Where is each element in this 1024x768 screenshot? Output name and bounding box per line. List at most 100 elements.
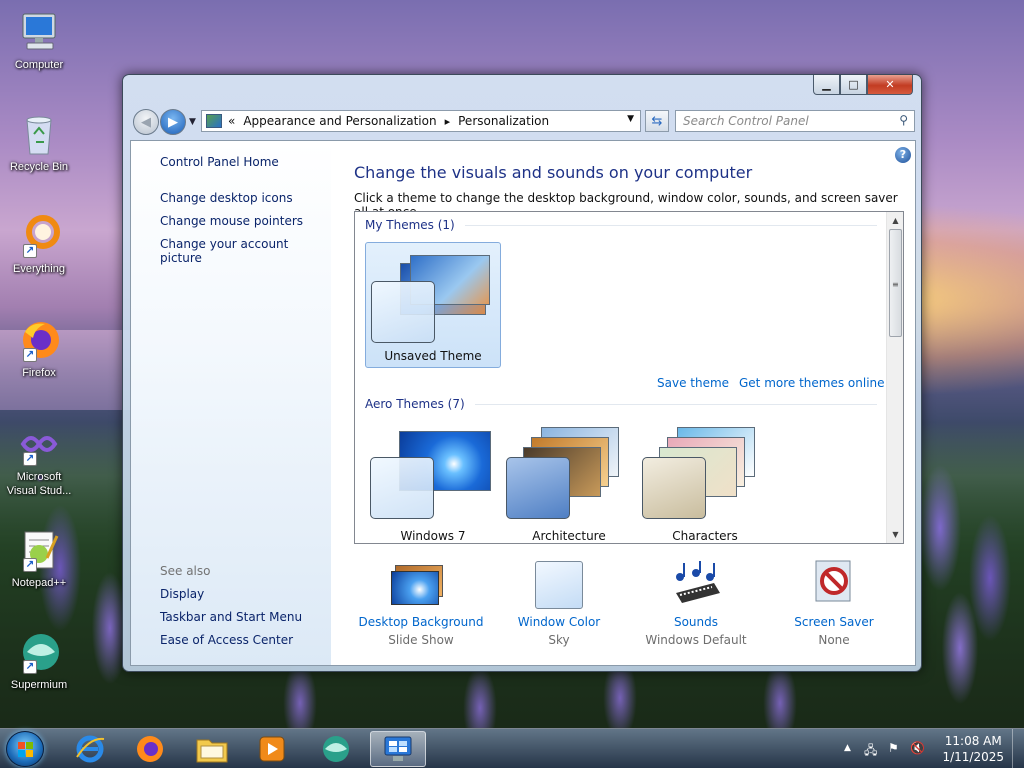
computer-icon [17, 10, 61, 54]
group-divider [464, 224, 877, 226]
taskbar-internet-explorer[interactable] [62, 731, 118, 767]
help-icon[interactable]: ? [895, 147, 911, 163]
navigation-bar: ◀ ▶ ▼ « Appearance and Personalization ▸… [131, 107, 915, 135]
refresh-button[interactable]: ⇆ [645, 110, 669, 132]
recent-pages-dropdown-icon[interactable]: ▼ [189, 117, 196, 127]
forward-arrow-icon: ▶ [168, 114, 178, 130]
desktop-icon-recycle-bin[interactable]: Recycle Bin [4, 112, 74, 174]
desktop-icon-visual-studio[interactable]: ↗ Microsoft Visual Stud... [4, 422, 74, 498]
desktop-icon-computer[interactable]: Computer [4, 10, 74, 72]
taskbar-control-panel[interactable] [370, 731, 426, 767]
ease-of-access-link[interactable]: Ease of Access Center [160, 633, 293, 647]
taskbar-start-menu-link[interactable]: Taskbar and Start Menu [160, 610, 302, 624]
show-hidden-icons-chevron-icon[interactable]: ▲ [844, 743, 851, 753]
theme-unsaved[interactable]: Unsaved Theme [365, 242, 501, 368]
desktop-icon-label: Firefox [22, 367, 56, 379]
start-button[interactable] [6, 731, 44, 767]
control-panel-home-link[interactable]: Control Panel Home [160, 155, 279, 169]
folder-icon [196, 739, 228, 763]
window-color-swatch [642, 457, 706, 519]
internet-explorer-icon [76, 735, 105, 763]
breadcrumb-personalization[interactable]: Personalization [458, 114, 549, 128]
address-bar[interactable]: « Appearance and Personalization ▸ Perso… [201, 110, 641, 132]
search-icon[interactable]: ⚲ [899, 113, 908, 127]
desktop-icon-firefox[interactable]: ↗ Firefox [4, 318, 74, 380]
network-icon[interactable]: 🖧 [864, 741, 877, 762]
save-theme-link[interactable]: Save theme [657, 376, 729, 390]
group-divider [474, 403, 877, 405]
taskbar: ▲ 🖧 ⚑ 🔇 11:08 AM 1/11/2025 [0, 728, 1024, 768]
search-input[interactable]: Search Control Panel ⚲ [675, 110, 915, 132]
grip-icon: ≡ [892, 280, 899, 289]
breadcrumb-appearance[interactable]: Appearance and Personalization [243, 114, 436, 128]
see-also-heading: See also [160, 564, 211, 578]
window-color-icon [529, 559, 589, 609]
clock[interactable]: 11:08 AM 1/11/2025 [942, 733, 1004, 765]
theme-windows-7[interactable]: Windows 7 [365, 417, 501, 543]
forward-button[interactable]: ▶ [160, 109, 186, 135]
setting-value: Slide Show [388, 633, 454, 647]
change-desktop-icons-link[interactable]: Change desktop icons [160, 191, 293, 205]
main-pane: ? Change the visuals and sounds on your … [331, 141, 915, 665]
notepad-plus-plus-icon: ↗ [17, 528, 61, 572]
breadcrumb-overflow[interactable]: « [228, 114, 235, 128]
taskbar-supermium[interactable] [308, 731, 364, 767]
scrollbar-thumb[interactable]: ≡ [889, 229, 902, 337]
show-desktop-button[interactable] [1012, 729, 1024, 768]
theme-name: Windows 7 [400, 529, 466, 543]
desktop-background-setting[interactable]: Desktop Background Slide Show [351, 559, 491, 647]
theme-list: My Themes (1) Unsaved Theme Save theme G… [354, 211, 904, 544]
theme-name: Architecture [532, 529, 606, 543]
minimize-button[interactable]: ▁ [813, 75, 840, 95]
shortcut-arrow-icon: ↗ [23, 660, 37, 674]
taskbar-firefox[interactable] [122, 731, 178, 767]
sounds-setting[interactable]: Sounds Windows Default [626, 559, 766, 647]
theme-name: Characters [672, 529, 738, 543]
breadcrumb-separator-icon[interactable]: ▸ [445, 115, 451, 128]
control-panel-icon [206, 114, 222, 128]
action-center-flag-icon[interactable]: ⚑ [888, 741, 899, 755]
my-themes-group-header[interactable]: My Themes (1) [365, 218, 877, 232]
desktop-icon-supermium[interactable]: ↗ Supermium [4, 630, 74, 692]
maximize-button[interactable]: □ [840, 75, 867, 95]
aero-themes-group-header[interactable]: Aero Themes (7) [365, 397, 877, 411]
desktop-icon-label: Everything [13, 263, 65, 275]
scroll-down-icon[interactable]: ▼ [887, 526, 904, 543]
theme-list-scrollbar[interactable]: ▲ ≡ ▼ [886, 212, 903, 543]
volume-muted-icon[interactable]: 🔇 [910, 741, 925, 755]
shortcut-arrow-icon: ↗ [23, 452, 37, 466]
desktop-icon-notepad-plus-plus[interactable]: ↗ Notepad++ [4, 528, 74, 590]
refresh-icon: ⇆ [651, 113, 663, 129]
close-button[interactable]: ✕ [867, 75, 913, 95]
back-button[interactable]: ◀ [133, 109, 159, 135]
scroll-up-icon[interactable]: ▲ [887, 212, 904, 229]
display-link[interactable]: Display [160, 587, 204, 601]
change-account-picture-link[interactable]: Change your account picture [160, 237, 331, 265]
change-mouse-pointers-link[interactable]: Change mouse pointers [160, 214, 303, 228]
theme-name: Unsaved Theme [384, 349, 482, 363]
desktop-icon-everything[interactable]: ↗ Everything [4, 214, 74, 276]
screen-saver-setting[interactable]: Screen Saver None [764, 559, 904, 647]
recycle-bin-icon [17, 112, 61, 156]
close-icon: ✕ [885, 78, 895, 91]
theme-characters[interactable]: Characters [637, 417, 773, 543]
desktop-background-icon [391, 559, 451, 609]
supermium-icon: ↗ [17, 630, 61, 674]
shortcut-arrow-icon: ↗ [23, 558, 37, 572]
theme-architecture[interactable]: Architecture [501, 417, 637, 543]
visual-studio-icon: ↗ [17, 422, 61, 466]
clock-date: 1/11/2025 [942, 750, 1004, 764]
taskbar-file-explorer[interactable] [184, 731, 240, 767]
personalization-window: ▁ □ ✕ ◀ ▶ ▼ « Appearance and Personaliza… [122, 74, 922, 672]
get-more-themes-link[interactable]: Get more themes online [739, 376, 885, 390]
setting-label: Desktop Background [358, 615, 484, 629]
window-color-swatch [506, 457, 570, 519]
maximize-icon: □ [848, 78, 859, 91]
address-dropdown-icon[interactable]: ▼ [627, 114, 634, 124]
window-color-setting[interactable]: Window Color Sky [489, 559, 629, 647]
setting-label: Window Color [517, 615, 601, 629]
taskbar-media-player[interactable] [244, 731, 300, 767]
content-area: Control Panel Home Change desktop icons … [130, 140, 916, 666]
firefox-icon: ↗ [17, 318, 61, 362]
setting-label: Screen Saver [794, 615, 874, 629]
